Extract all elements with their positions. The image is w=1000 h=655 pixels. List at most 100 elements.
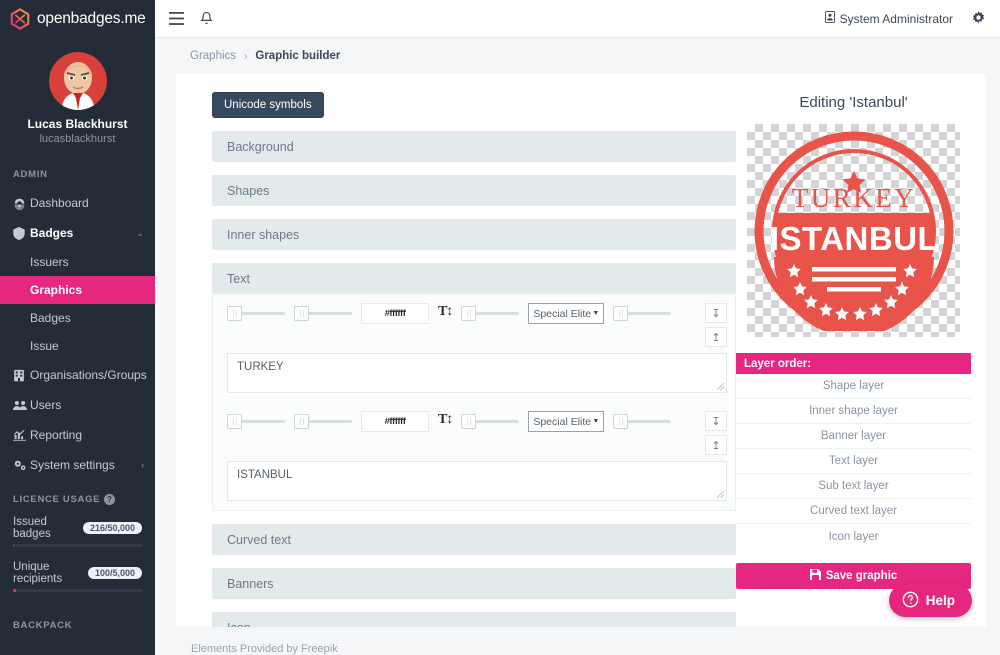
sidebar-sub-label: Issue: [30, 339, 59, 353]
layer-item[interactable]: Banner layer: [736, 424, 971, 449]
cogs-icon: [13, 459, 30, 472]
breadcrumb-separator-icon: ›: [244, 51, 247, 62]
subtext-size-slider[interactable]: [461, 411, 519, 431]
move-down-icon[interactable]: ↥: [705, 435, 727, 455]
question-mark-icon[interactable]: ?: [104, 494, 115, 505]
layer-item[interactable]: Curved text layer: [736, 499, 971, 524]
subtext-value-input[interactable]: [227, 461, 727, 501]
panel-curved-text[interactable]: Curved text: [212, 524, 736, 555]
help-button[interactable]: Help: [889, 584, 972, 617]
slider-handle[interactable]: [227, 414, 242, 429]
text-position-x-slider[interactable]: [227, 303, 285, 323]
save-graphic-label: Save graphic: [826, 570, 898, 582]
panel-label: Background: [227, 140, 294, 154]
profile-name: Lucas Blackhurst: [0, 117, 155, 131]
sidebar-sub-label: Issuers: [30, 255, 69, 269]
text-value-wrap: [213, 353, 735, 402]
chevron-down-icon: ⌄: [136, 228, 144, 239]
content-card: Unicode symbols Background Shapes Inner …: [176, 74, 986, 627]
layer-item[interactable]: Text layer: [736, 449, 971, 474]
layer-item[interactable]: Shape layer: [736, 374, 971, 399]
sidebar-item-organisations[interactable]: Organisations/Groups: [0, 360, 155, 390]
freepik-credit: Elements Provided by Freepik: [155, 627, 1000, 655]
sidebar-item-reporting[interactable]: Reporting: [0, 420, 155, 450]
subtext-font-family-select[interactable]: Special Elite ▼: [528, 411, 604, 432]
font-family-select[interactable]: Special Elite ▼: [528, 303, 604, 324]
sidebar-item-graphics[interactable]: Graphics: [0, 276, 155, 304]
text-spacing-slider[interactable]: [613, 303, 671, 323]
sidebar-section-admin: ADMIN: [0, 155, 155, 188]
profile-handle: lucasblackhurst: [0, 133, 155, 145]
subtext-spacing-slider[interactable]: [613, 411, 671, 431]
breadcrumb-graphics[interactable]: Graphics: [190, 50, 236, 62]
gear-icon[interactable]: [971, 11, 986, 26]
subtext-position-x-slider[interactable]: [227, 411, 285, 431]
users-icon: [13, 399, 30, 411]
move-up-icon[interactable]: ↧: [705, 303, 727, 323]
panel-background[interactable]: Background: [212, 131, 736, 162]
layer-item[interactable]: Sub text layer: [736, 474, 971, 499]
move-down-icon[interactable]: ↥: [705, 327, 727, 347]
breadcrumb: Graphics › Graphic builder: [155, 38, 1000, 74]
textarea-box: [227, 461, 727, 501]
layer-item[interactable]: Inner shape layer: [736, 399, 971, 424]
brand-header[interactable]: openbadges.me: [0, 0, 155, 38]
text-move-steppers: ↧ ↥: [705, 303, 727, 347]
sidebar-item-badges-sub[interactable]: Badges: [0, 304, 155, 332]
layer-item[interactable]: Icon layer: [736, 524, 971, 549]
licence-row-issued-badges: Issued badges 216/50,000: [13, 516, 142, 540]
hamburger-menu-icon[interactable]: [169, 12, 184, 25]
chevron-right-icon: ›: [141, 460, 144, 470]
unicode-symbols-button[interactable]: Unicode symbols: [212, 92, 324, 118]
text-position-y-slider[interactable]: [294, 303, 352, 323]
main-area: System Administrator Graphics › Graphic …: [155, 0, 1000, 655]
badge-canvas[interactable]: TURKEY ISTANBUL: [747, 124, 960, 337]
subtext-position-y-slider[interactable]: [294, 411, 352, 431]
sidebar-item-users[interactable]: Users: [0, 390, 155, 420]
preview-title: Editing 'Istanbul': [736, 94, 971, 111]
avatar[interactable]: [49, 52, 107, 110]
subtext-value-wrap: [213, 461, 735, 510]
sidebar-item-badges[interactable]: Badges ⌄: [0, 218, 155, 248]
top-bar: System Administrator: [155, 0, 1000, 38]
sidebar-item-system-settings[interactable]: System settings ›: [0, 450, 155, 480]
move-up-icon[interactable]: ↧: [705, 411, 727, 431]
sidebar-sub-label: Graphics: [30, 283, 82, 297]
panel-banners[interactable]: Banners: [212, 568, 736, 599]
user-menu[interactable]: System Administrator: [825, 11, 953, 26]
slider-handle[interactable]: [227, 306, 242, 321]
bell-icon[interactable]: [200, 11, 213, 26]
panel-shapes[interactable]: Shapes: [212, 175, 736, 206]
textarea-box: [227, 353, 727, 393]
brand-name: openbadges.me: [37, 10, 146, 28]
subtext-color-input[interactable]: #ffffff: [361, 411, 429, 432]
text-size-icon: T↕: [438, 303, 452, 319]
slider-handle[interactable]: [613, 306, 628, 321]
slider-handle[interactable]: [461, 306, 476, 321]
question-circle-icon: [902, 591, 919, 611]
sidebar-item-dashboard[interactable]: Dashboard: [0, 188, 155, 218]
preview-panel: Editing 'Istanbul' TURKEY ISTANBUL: [736, 74, 986, 627]
text-value-input[interactable]: [227, 353, 727, 393]
panel-label: Text: [227, 272, 250, 286]
panel-inner-shapes[interactable]: Inner shapes: [212, 219, 736, 250]
slider-handle[interactable]: [294, 306, 309, 321]
sidebar-sub-label: Badges: [30, 311, 71, 325]
panel-text[interactable]: Text: [212, 263, 736, 294]
sidebar-item-label: Reporting: [30, 428, 144, 442]
chevron-down-icon: ▼: [592, 310, 599, 317]
sidebar-section-backpack: BACKPACK: [0, 606, 155, 631]
panel-icon[interactable]: Icon: [212, 612, 736, 627]
sidebar: openbadges.me Lucas: [0, 0, 155, 655]
svg-text:TURKEY: TURKEY: [791, 183, 916, 213]
sidebar-item-issue[interactable]: Issue: [0, 332, 155, 360]
licence-usage-title: LICENCE USAGE ?: [13, 494, 142, 505]
slider-handle[interactable]: [613, 414, 628, 429]
sidebar-item-label: System settings: [30, 458, 141, 472]
slider-handle[interactable]: [294, 414, 309, 429]
text-color-input[interactable]: #ffffff: [361, 303, 429, 324]
text-size-slider[interactable]: [461, 303, 519, 323]
help-label: Help: [926, 593, 955, 608]
sidebar-item-issuers[interactable]: Issuers: [0, 248, 155, 276]
slider-handle[interactable]: [461, 414, 476, 429]
